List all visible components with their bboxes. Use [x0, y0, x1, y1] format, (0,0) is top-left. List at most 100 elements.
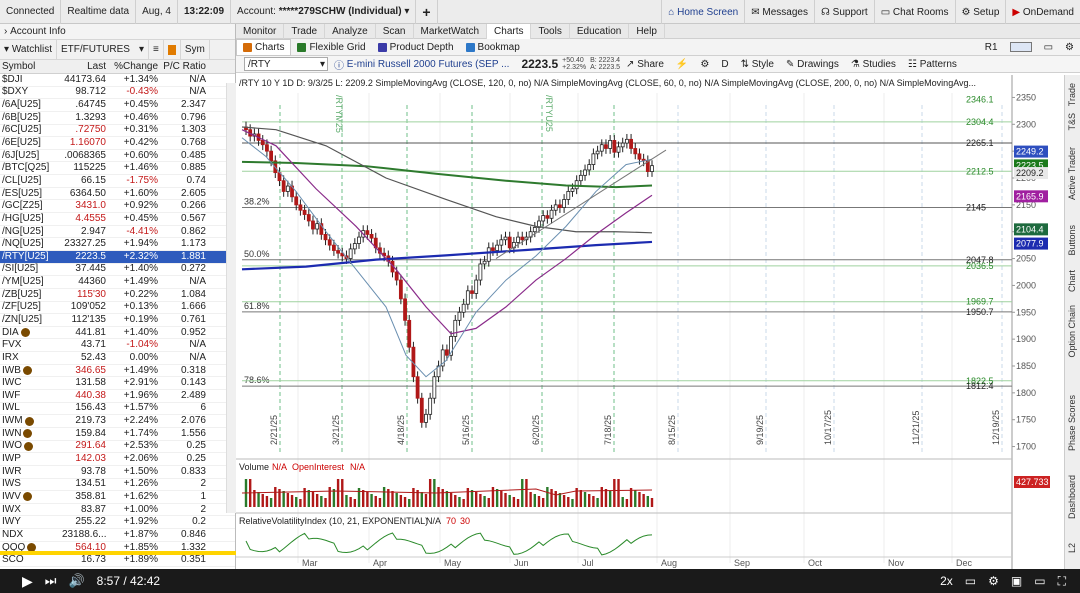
fullscreen-icon[interactable]: ⛶: [1058, 574, 1066, 589]
watchlist-row[interactable]: FVX 43.71 -1.04% N/A: [0, 339, 235, 353]
chat-rooms-button[interactable]: ▭ Chat Rooms: [873, 0, 955, 24]
col-symbol[interactable]: Symbol: [0, 61, 62, 72]
tab-product-depth[interactable]: Product Depth: [372, 39, 460, 56]
ondemand-button[interactable]: ▶ OnDemand: [1005, 0, 1080, 24]
tab-monitor[interactable]: Monitor: [236, 23, 285, 39]
watchlist-row[interactable]: IWY 255.22 +1.92% 0.2: [0, 516, 235, 530]
tab-scan[interactable]: Scan: [376, 23, 414, 39]
watchlist-row[interactable]: IWR 93.78 +1.50% 0.833: [0, 466, 235, 479]
messages-button[interactable]: ✉ Messages: [744, 0, 814, 24]
account-info-header[interactable]: › Account Info: [0, 24, 235, 40]
next-icon[interactable]: ⏭: [45, 573, 57, 589]
watchlist-row[interactable]: IWC 131.58 +2.91% 0.143: [0, 377, 235, 391]
tab-tools[interactable]: Tools: [531, 23, 570, 39]
period-selector[interactable]: D: [715, 59, 734, 70]
watchlist-row[interactable]: /RTY[U25] 2223.5 +2.32% 1.881: [0, 251, 235, 264]
watchlist-row[interactable]: NDX 23188.6... +1.87% 0.846: [0, 529, 235, 542]
side-tab-t-s[interactable]: T&S: [1067, 113, 1077, 131]
style-button[interactable]: ⇅ Style: [735, 59, 780, 70]
col-pc-ratio[interactable]: P/C Ratio: [160, 61, 212, 72]
watchlist-row[interactable]: /NQ[U25] 23327.25 +1.94% 1.173: [0, 238, 235, 251]
watchlist-row[interactable]: IWS 134.51 +1.26% 2: [0, 478, 235, 492]
side-tab-chart[interactable]: Chart: [1067, 270, 1077, 292]
watchlist-row[interactable]: /6B[U25] 1.3293 +0.46% 0.796: [0, 112, 235, 125]
watchlist-row[interactable]: $DXY 98.712 -0.43% N/A: [0, 86, 235, 100]
watchlist-row[interactable]: /YM[U25] 44360 +1.49% N/A: [0, 276, 235, 289]
price-chart-svg[interactable]: /RTY 10 Y 1D D: 9/3/25 L: 2209.2 SimpleM…: [236, 75, 1064, 569]
tab-flexible-grid[interactable]: Flexible Grid: [291, 39, 371, 56]
watchlist-row[interactable]: /6C[U25] .72750 +0.31% 1.303: [0, 124, 235, 138]
price-chart[interactable]: /RTY 10 Y 1D D: 9/3/25 L: 2209.2 SimpleM…: [236, 75, 1080, 569]
watchlist-row[interactable]: IWP 142.03 +2.06% 0.25: [0, 453, 235, 466]
watchlist-row[interactable]: IWX 83.87 +1.00% 2: [0, 504, 235, 517]
lightning-icon[interactable]: ⚡: [670, 59, 694, 70]
settings-icon[interactable]: ⚙: [1059, 39, 1080, 56]
watchlist-row[interactable]: /ZF[U25] 109'052 +0.13% 1.666: [0, 301, 235, 315]
patterns-button[interactable]: ☷ Patterns: [902, 59, 963, 70]
orange-square-icon[interactable]: [164, 39, 181, 60]
settings-icon[interactable]: ⚙: [988, 574, 999, 588]
tab-charts[interactable]: Charts: [236, 38, 292, 56]
watchlist-row[interactable]: IWV 358.81 +1.62% 1: [0, 491, 235, 504]
watchlist-row[interactable]: IRX 52.43 0.00% N/A: [0, 352, 235, 365]
watchlist-row[interactable]: /ES[U25] 6364.50 +1.60% 2.605: [0, 188, 235, 201]
sym-tab[interactable]: Sym: [181, 39, 210, 60]
side-tab-option-chain[interactable]: Option Chain: [1067, 305, 1077, 358]
watchlist-scrollbar[interactable]: [226, 83, 236, 513]
tab-charts[interactable]: Charts: [487, 23, 532, 39]
speed-label[interactable]: 2x: [940, 574, 953, 588]
etf-futures-selector[interactable]: ETF/FUTURES ▾: [57, 39, 150, 60]
add-icon[interactable]: +: [416, 0, 438, 24]
watchlist-row[interactable]: /ZB[U25] 115'30 +0.22% 1.084: [0, 289, 235, 302]
tab-help[interactable]: Help: [629, 23, 665, 39]
watchlist-row[interactable]: IWF 440.38 +1.96% 2.489: [0, 390, 235, 403]
watchlist-row[interactable]: /HG[U25] 4.4555 +0.45% 0.567: [0, 213, 235, 226]
captions-icon[interactable]: ▭: [965, 574, 976, 588]
tab-trade[interactable]: Trade: [284, 23, 326, 39]
volume-icon[interactable]: 🔊: [68, 573, 84, 589]
watchlist-row[interactable]: /NG[U25] 2.947 -4.41% 0.862: [0, 226, 235, 239]
menu-icon[interactable]: ≡: [149, 39, 164, 60]
side-tab-l2[interactable]: L2: [1067, 543, 1077, 553]
studies-button[interactable]: ⚗ Studies: [845, 59, 902, 70]
watchlist-row[interactable]: /ZN[U25] 112'135 +0.19% 0.761: [0, 314, 235, 327]
play-icon[interactable]: ▶: [22, 573, 33, 590]
drawings-button[interactable]: ✎ Drawings: [780, 59, 845, 70]
watchlist-row[interactable]: IWM 219.73 +2.24% 2.076: [0, 415, 235, 428]
side-tab-dashboard[interactable]: Dashboard: [1067, 475, 1077, 519]
tab-bookmap[interactable]: Bookmap: [460, 39, 526, 56]
watchlist-row[interactable]: /6A[U25] .64745 +0.45% 2.347: [0, 99, 235, 112]
side-tab-active-trader[interactable]: Active Trader: [1067, 147, 1077, 200]
window-icon[interactable]: ▭: [1038, 39, 1059, 56]
side-tab-trade[interactable]: Trade: [1067, 83, 1077, 106]
watchlist-row[interactable]: /CL[U25] 66.15 -1.75% 0.74: [0, 175, 235, 188]
share-button[interactable]: ↗ Share: [620, 59, 670, 70]
watchlist-row[interactable]: IWB 346.65 +1.49% 0.318: [0, 365, 235, 378]
col-last[interactable]: Last: [62, 61, 106, 72]
r1-label[interactable]: R1: [979, 39, 1004, 56]
watchlist-row[interactable]: DIA 441.81 +1.40% 0.952: [0, 327, 235, 340]
watchlist-row[interactable]: IWL 156.43 +1.57% 6: [0, 402, 235, 416]
tab-marketwatch[interactable]: MarketWatch: [414, 23, 488, 39]
home-screen-button[interactable]: ⌂ Home Screen: [661, 0, 744, 24]
side-tab-buttons[interactable]: Buttons: [1067, 225, 1077, 256]
theater-icon[interactable]: ▭: [1034, 574, 1045, 588]
account-selector[interactable]: Account: *****279SCHW (Individual) ▾: [231, 0, 417, 24]
watchlist-row[interactable]: /6E[U25] 1.16070 +0.42% 0.768: [0, 137, 235, 150]
watchlist-row[interactable]: $DJI 44173.64 +1.34% N/A: [0, 74, 235, 87]
support-button[interactable]: ☊ Support: [813, 0, 874, 24]
symbol-input[interactable]: /RTY ▾: [244, 57, 328, 71]
watchlist-row[interactable]: IWO 291.64 +2.53% 0.25: [0, 440, 235, 454]
watchlist-row[interactable]: /GC[Z25] 3431.0 +0.92% 0.266: [0, 200, 235, 214]
watchlist-row[interactable]: /SI[U25] 37.445 +1.40% 0.272: [0, 263, 235, 277]
layout-icon[interactable]: [1004, 39, 1038, 56]
setup-button[interactable]: ⚙ Setup: [954, 0, 1006, 24]
gear-icon[interactable]: ⚙: [694, 59, 715, 70]
miniplayer-icon[interactable]: ▣: [1011, 574, 1022, 588]
tab-analyze[interactable]: Analyze: [325, 23, 376, 39]
col-change[interactable]: %Change: [106, 61, 160, 72]
watchlist-row[interactable]: /BTC[Q25] 115225 +1.46% 0.885: [0, 162, 235, 176]
watchlist-tab[interactable]: ▾ Watchlist: [0, 39, 58, 60]
watchlist-row[interactable]: /6J[U25] .0068365 +0.60% 0.485: [0, 150, 235, 163]
watchlist-row[interactable]: SCO 16.73 +1.89% 0.351: [0, 554, 235, 567]
